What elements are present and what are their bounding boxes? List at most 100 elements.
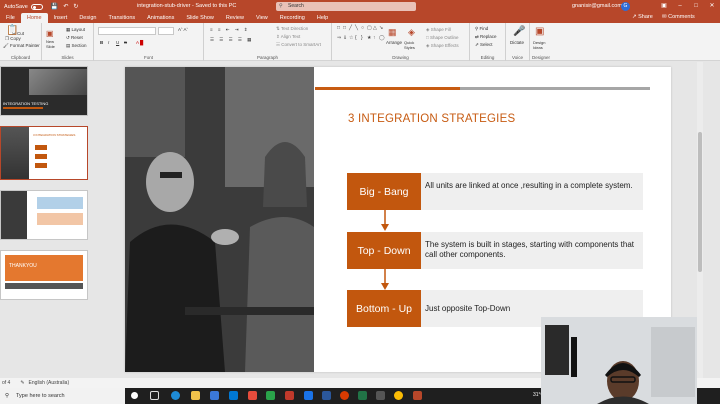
avatar[interactable]: G — [621, 2, 630, 11]
tab-view[interactable]: View — [250, 13, 274, 23]
shape-outline-button[interactable]: □ Shape Outline — [426, 35, 459, 40]
slide-title[interactable]: 3 INTEGRATION STRATEGIES — [348, 113, 515, 125]
font-color-icon[interactable]: A █ — [136, 40, 143, 45]
file-explorer-icon[interactable] — [191, 391, 200, 400]
slide-thumbnail-3[interactable] — [0, 190, 88, 240]
app-icon[interactable] — [304, 391, 313, 400]
slide-photo-image — [125, 67, 314, 372]
tab-animations[interactable]: Animations — [141, 13, 180, 23]
share-button[interactable]: ↗ Share — [632, 14, 653, 20]
bullets-icon[interactable]: ≡ ≡ ⇤ ⇥ ⇕ — [210, 27, 250, 33]
close-icon[interactable]: ✕ — [704, 0, 720, 13]
paragraph-group-label: Paragraph — [256, 55, 278, 60]
redo-icon[interactable]: ↻ — [73, 3, 78, 10]
shapes-gallery[interactable]: □ □ ╱ ╲ ○ ▢ △ ↘ ⇒ ⇓ ☆{} ★ ↑ ◯ — [337, 25, 385, 45]
tab-transitions[interactable]: Transitions — [102, 13, 141, 23]
tab-home[interactable]: Home — [20, 13, 48, 23]
reset-button[interactable]: ↺ Reset — [66, 35, 83, 41]
design-ideas-button[interactable]: Design Ideas — [533, 40, 551, 50]
arrange-icon[interactable]: ▦ — [388, 27, 397, 38]
slide-thumbnail-2[interactable]: 3 INTEGRATION STRATEGIES — [0, 126, 88, 180]
designer-group-label: Designer — [531, 55, 550, 60]
dictate-button[interactable]: Dictate — [510, 40, 524, 45]
tab-slide-show[interactable]: Slide Show — [180, 13, 220, 23]
mail-icon[interactable] — [229, 391, 238, 400]
tab-review[interactable]: Review — [220, 13, 250, 23]
maximize-icon[interactable]: □ — [688, 0, 704, 13]
text-direction-button[interactable]: ⇅ Text Direction — [276, 26, 308, 32]
office-icon[interactable] — [340, 391, 349, 400]
select-button[interactable]: ⇗ Select — [475, 42, 493, 48]
layout-button[interactable]: ▦ Layout — [66, 27, 85, 33]
strategy-description[interactable]: The system is built in stages, starting … — [425, 240, 635, 259]
shape-fill-button[interactable]: ◈ Shape Fill — [426, 27, 451, 33]
convert-smartart-button[interactable]: ☵ Convert to SmartArt — [276, 42, 321, 48]
slide-thumbnail-1[interactable]: INTEGRATION TESTING — [0, 66, 88, 116]
edge-icon[interactable] — [171, 391, 180, 400]
autosave-toggle[interactable]: AutoSave — [4, 3, 43, 10]
arrow-shape-icon[interactable]: ↘ — [379, 25, 385, 35]
strategy-description[interactable]: Just opposite Top-Down — [425, 304, 635, 314]
tab-recording[interactable]: Recording — [274, 13, 311, 23]
search-input[interactable]: ⚲ Search — [276, 2, 416, 11]
section-label: Section — [71, 43, 87, 48]
find-button[interactable]: ⚲ Find — [475, 26, 488, 32]
strategy-description[interactable]: All units are linked at once ,resulting … — [425, 181, 635, 191]
align-icon[interactable]: ☰ ☰ ☰ ☰ ▦ — [210, 37, 253, 43]
section-button[interactable]: ▤ Section — [66, 43, 87, 49]
strikethrough-button[interactable]: S — [124, 40, 127, 45]
save-icon[interactable]: 💾 — [51, 3, 58, 10]
strategy-label[interactable]: Big - Bang — [347, 173, 421, 210]
format-painter-button[interactable]: 🖌 Format Painter — [3, 43, 40, 49]
language-indicator[interactable]: English (Australia) — [29, 380, 70, 386]
shape-effects-button[interactable]: ◈ Shape Effects — [426, 43, 459, 49]
powerpoint-icon[interactable] — [413, 391, 422, 400]
arrange-button[interactable]: Arrange — [386, 40, 402, 45]
design-ideas-icon[interactable]: ▣ — [535, 26, 544, 37]
mcafee-icon[interactable] — [285, 391, 294, 400]
scrollbar-thumb[interactable] — [698, 132, 702, 272]
font-family-select[interactable] — [98, 27, 156, 35]
tab-file[interactable]: File — [0, 13, 21, 23]
chrome-icon[interactable] — [394, 391, 403, 400]
undo-icon[interactable]: ↶ — [63, 3, 68, 10]
quick-styles-button[interactable]: Quick Styles — [404, 40, 424, 50]
bold-button[interactable]: B — [100, 40, 103, 45]
app-icon[interactable] — [266, 391, 275, 400]
toggle-switch-icon[interactable] — [30, 3, 43, 10]
quick-styles-icon[interactable]: ◈ — [408, 27, 415, 38]
underline-button[interactable]: U — [116, 40, 119, 45]
strategy-row[interactable]: Top - Down The system is built in stages… — [347, 232, 643, 269]
taskbar-search-input[interactable]: ⚲ Type here to search — [0, 388, 125, 404]
app-icon[interactable] — [248, 391, 257, 400]
microphone-icon[interactable]: 🎤 — [513, 26, 525, 37]
comments-button[interactable]: ✉ Comments — [662, 14, 695, 20]
new-slide-button[interactable]: New Slide — [46, 39, 62, 49]
tab-insert[interactable]: Insert — [48, 13, 74, 23]
new-slide-icon[interactable]: ▣ — [46, 29, 54, 38]
replace-button[interactable]: ⇄ Replace — [475, 34, 497, 40]
word-icon[interactable] — [322, 391, 331, 400]
grow-font-icon[interactable]: Aˆ Aˇ — [178, 27, 188, 32]
font-size-select[interactable] — [158, 27, 174, 35]
spellcheck-icon[interactable]: ✎ — [20, 380, 24, 386]
cortana-icon[interactable] — [131, 392, 138, 399]
align-text-button[interactable]: ⇕ Align Text — [276, 34, 300, 40]
app-icon[interactable] — [376, 391, 385, 400]
oval-shape-icon[interactable]: ◯ — [379, 35, 385, 45]
tab-help[interactable]: Help — [311, 13, 334, 23]
task-view-icon[interactable] — [150, 391, 159, 400]
ribbon-display-icon[interactable]: ▣ — [656, 0, 672, 13]
vertical-scrollbar[interactable] — [697, 62, 703, 378]
slide-thumbnail-4[interactable]: THANKYOU — [0, 250, 88, 300]
minimize-icon[interactable]: – — [672, 0, 688, 13]
copy-button[interactable]: ❐ Copy — [5, 36, 21, 42]
strategy-label[interactable]: Bottom - Up — [347, 290, 421, 327]
excel-icon[interactable] — [358, 391, 367, 400]
drawing-group: □ □ ╱ ╲ ○ ▢ △ ↘ ⇒ ⇓ ☆{} ★ ↑ ◯ ▦ Arrange ◈ Quick Styl… — [332, 23, 470, 61]
store-icon[interactable] — [210, 391, 219, 400]
tab-design[interactable]: Design — [73, 13, 102, 23]
strategy-row[interactable]: Big - Bang All units are linked at once … — [347, 173, 643, 210]
italic-button[interactable]: I — [108, 40, 109, 45]
strategy-label[interactable]: Top - Down — [347, 232, 421, 269]
